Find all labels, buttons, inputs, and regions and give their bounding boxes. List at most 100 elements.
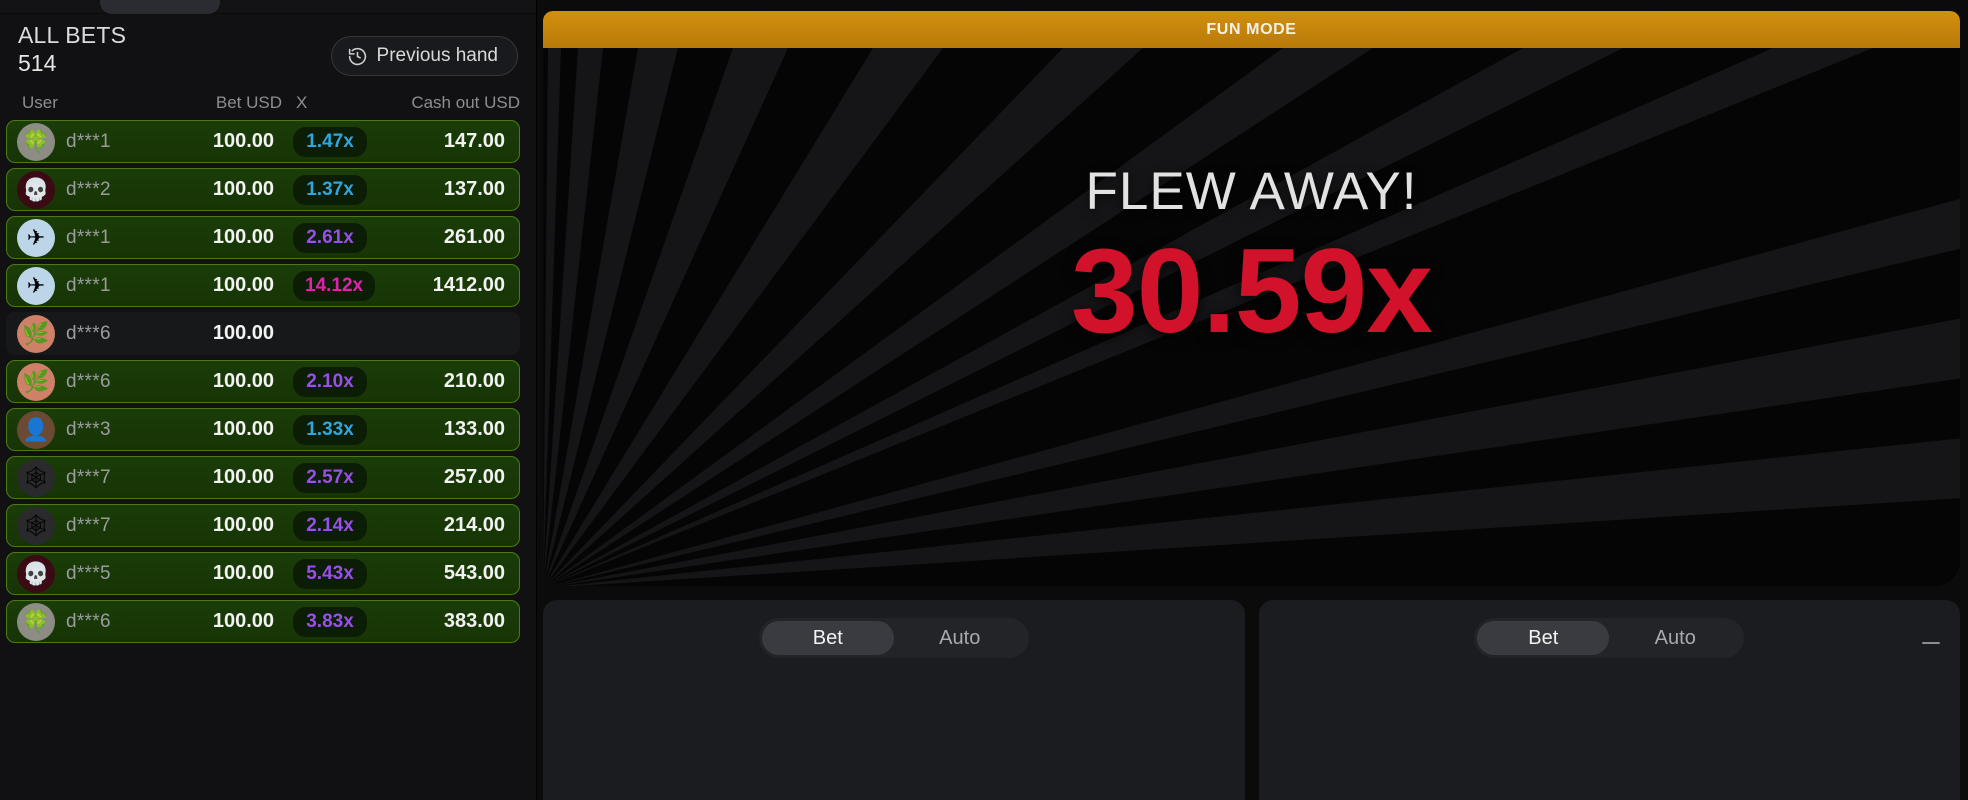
all-bets-label: ALL BETS (18, 22, 127, 48)
column-header-user: User (22, 93, 58, 112)
bet-amount: 100.00 (212, 562, 274, 584)
tab-bet-left[interactable]: Bet (761, 621, 894, 655)
table-row[interactable]: 💀 d***2 100.00 1.37x 137.00 (6, 168, 520, 211)
all-bets-header: ALL BETS 514 Previous hand (0, 14, 536, 90)
tab-all-bets[interactable] (100, 0, 220, 14)
cashout-amount: 133.00 (443, 418, 505, 440)
game-stage: FUN MODE FLEW AWAY! 30.59x (543, 11, 1960, 586)
bets-table-header: User Bet USD X Cash out USD (0, 90, 536, 116)
minus-icon[interactable] (1918, 630, 1944, 656)
table-row[interactable]: 🍀 d***1 100.00 1.47x 147.00 (6, 120, 520, 163)
tab-bet-right[interactable]: Bet (1477, 621, 1610, 655)
bet-amount: 100.00 (212, 130, 274, 152)
multiplier-cell: 1.33x (274, 414, 404, 445)
bet-amount: 100.00 (212, 514, 274, 536)
bet-username: d***7 (66, 514, 111, 536)
bet-username: d***1 (66, 226, 111, 248)
table-row[interactable]: 💀 d***5 100.00 5.43x 543.00 (6, 552, 520, 595)
ray-burst-icon (543, 48, 1960, 586)
avatar: ✈ (17, 218, 55, 257)
bet-username: d***5 (66, 562, 111, 584)
bet-amount: 100.00 (212, 610, 274, 632)
table-row[interactable]: 🌿 d***6 100.00 2.10x 210.00 (6, 360, 520, 403)
bet-username: d***6 (66, 610, 111, 632)
multiplier-cell: 14.12x (274, 270, 404, 301)
multiplier-badge: 1.37x (293, 174, 367, 205)
multiplier-badge: 14.12x (293, 270, 376, 301)
cashout-amount: 1412.00 (432, 274, 505, 296)
column-header-bet: Bet USD (215, 93, 282, 112)
all-bets-count: 514 (18, 50, 57, 77)
bet-amount: 100.00 (212, 274, 274, 296)
panel-tabstrip (0, 0, 536, 14)
avatar: 👤 (17, 410, 55, 449)
avatar: 🕸 (17, 458, 55, 497)
bet-amount: 100.00 (212, 226, 274, 248)
avatar: 🌿 (17, 314, 55, 353)
multiplier-cell: 3.83x (274, 606, 404, 637)
game-area: FUN MODE FLEW AWAY! 30.59x Bet Auto Bet … (537, 0, 1968, 800)
bet-auto-toggle-right[interactable]: Bet Auto (1474, 618, 1745, 658)
table-row[interactable]: 🌿 d***6 100.00 (6, 312, 520, 355)
bets-list[interactable]: 🍀 d***1 100.00 1.47x 147.00 💀 d***2 100.00 1.37x… (0, 116, 536, 800)
bet-username: d***1 (66, 274, 111, 296)
multiplier-badge: 2.10x (293, 366, 367, 397)
bet-controls: Bet Auto Bet Auto (543, 600, 1960, 800)
multiplier-cell: 2.10x (274, 366, 404, 397)
avatar: 🕸 (17, 506, 55, 545)
table-row[interactable]: ✈ d***1 100.00 14.12x 1412.00 (6, 264, 520, 307)
ray-background (543, 48, 1960, 586)
multiplier-badge: 3.83x (293, 606, 367, 637)
multiplier-badge: 1.47x (293, 126, 367, 157)
bet-amount: 100.00 (212, 370, 274, 392)
all-bets-panel: ALL BETS 514 Previous hand User Bet USD … (0, 0, 537, 800)
bet-username: d***7 (66, 466, 111, 488)
bet-username: d***3 (66, 418, 111, 440)
bet-amount: 100.00 (212, 178, 274, 200)
multiplier-cell: 5.43x (274, 558, 404, 589)
previous-hand-button[interactable]: Previous hand (330, 36, 518, 76)
cashout-amount: 137.00 (443, 178, 505, 200)
multiplier-badge: 2.61x (293, 222, 367, 253)
bet-panel-right: Bet Auto (1258, 600, 1960, 800)
cashout-amount: 214.00 (443, 514, 505, 536)
tab-auto-left[interactable]: Auto (894, 621, 1026, 655)
cashout-amount: 210.00 (443, 370, 505, 392)
previous-hand-label: Previous hand (376, 45, 498, 66)
table-row[interactable]: 👤 d***3 100.00 1.33x 133.00 (6, 408, 520, 451)
multiplier-cell: 1.37x (274, 174, 404, 205)
bet-amount: 100.00 (212, 322, 274, 344)
avatar: 🍀 (17, 602, 55, 641)
all-bets-title: ALL BETS 514 (18, 22, 126, 77)
cashout-amount: 261.00 (443, 226, 505, 248)
cashout-amount: 383.00 (443, 610, 505, 632)
tab-auto-right[interactable]: Auto (1609, 621, 1741, 655)
fun-mode-banner: FUN MODE (543, 11, 1960, 48)
multiplier-cell: 1.47x (274, 126, 404, 157)
bet-amount: 100.00 (212, 418, 274, 440)
column-header-multiplier: X (296, 93, 308, 112)
multiplier-badge: 2.14x (293, 510, 367, 541)
bet-amount: 100.00 (212, 466, 274, 488)
bet-username: d***6 (66, 322, 111, 344)
avatar: ✈ (17, 266, 55, 305)
cashout-amount: 147.00 (443, 130, 505, 152)
multiplier-badge: 1.33x (293, 414, 367, 445)
bet-username: d***1 (66, 130, 111, 152)
bet-username: d***2 (66, 178, 111, 200)
multiplier-badge: 2.57x (293, 462, 367, 493)
cashout-amount: 257.00 (443, 466, 505, 488)
avatar: 🍀 (17, 122, 55, 161)
cashout-amount: 543.00 (443, 562, 505, 584)
avatar: 💀 (17, 170, 55, 209)
avatar: 🌿 (17, 362, 55, 401)
crash-game-app: ALL BETS 514 Previous hand User Bet USD … (0, 0, 1968, 800)
bet-auto-toggle-left[interactable]: Bet Auto (758, 618, 1029, 658)
table-row[interactable]: 🕸 d***7 100.00 2.57x 257.00 (6, 456, 520, 499)
table-row[interactable]: ✈ d***1 100.00 2.61x 261.00 (6, 216, 520, 259)
history-clock-icon (347, 46, 368, 67)
multiplier-badge: 5.43x (293, 558, 367, 589)
table-row[interactable]: 🍀 d***6 100.00 3.83x 383.00 (6, 600, 520, 643)
table-row[interactable]: 🕸 d***7 100.00 2.14x 214.00 (6, 504, 520, 547)
tab-my-bets[interactable] (250, 0, 430, 12)
